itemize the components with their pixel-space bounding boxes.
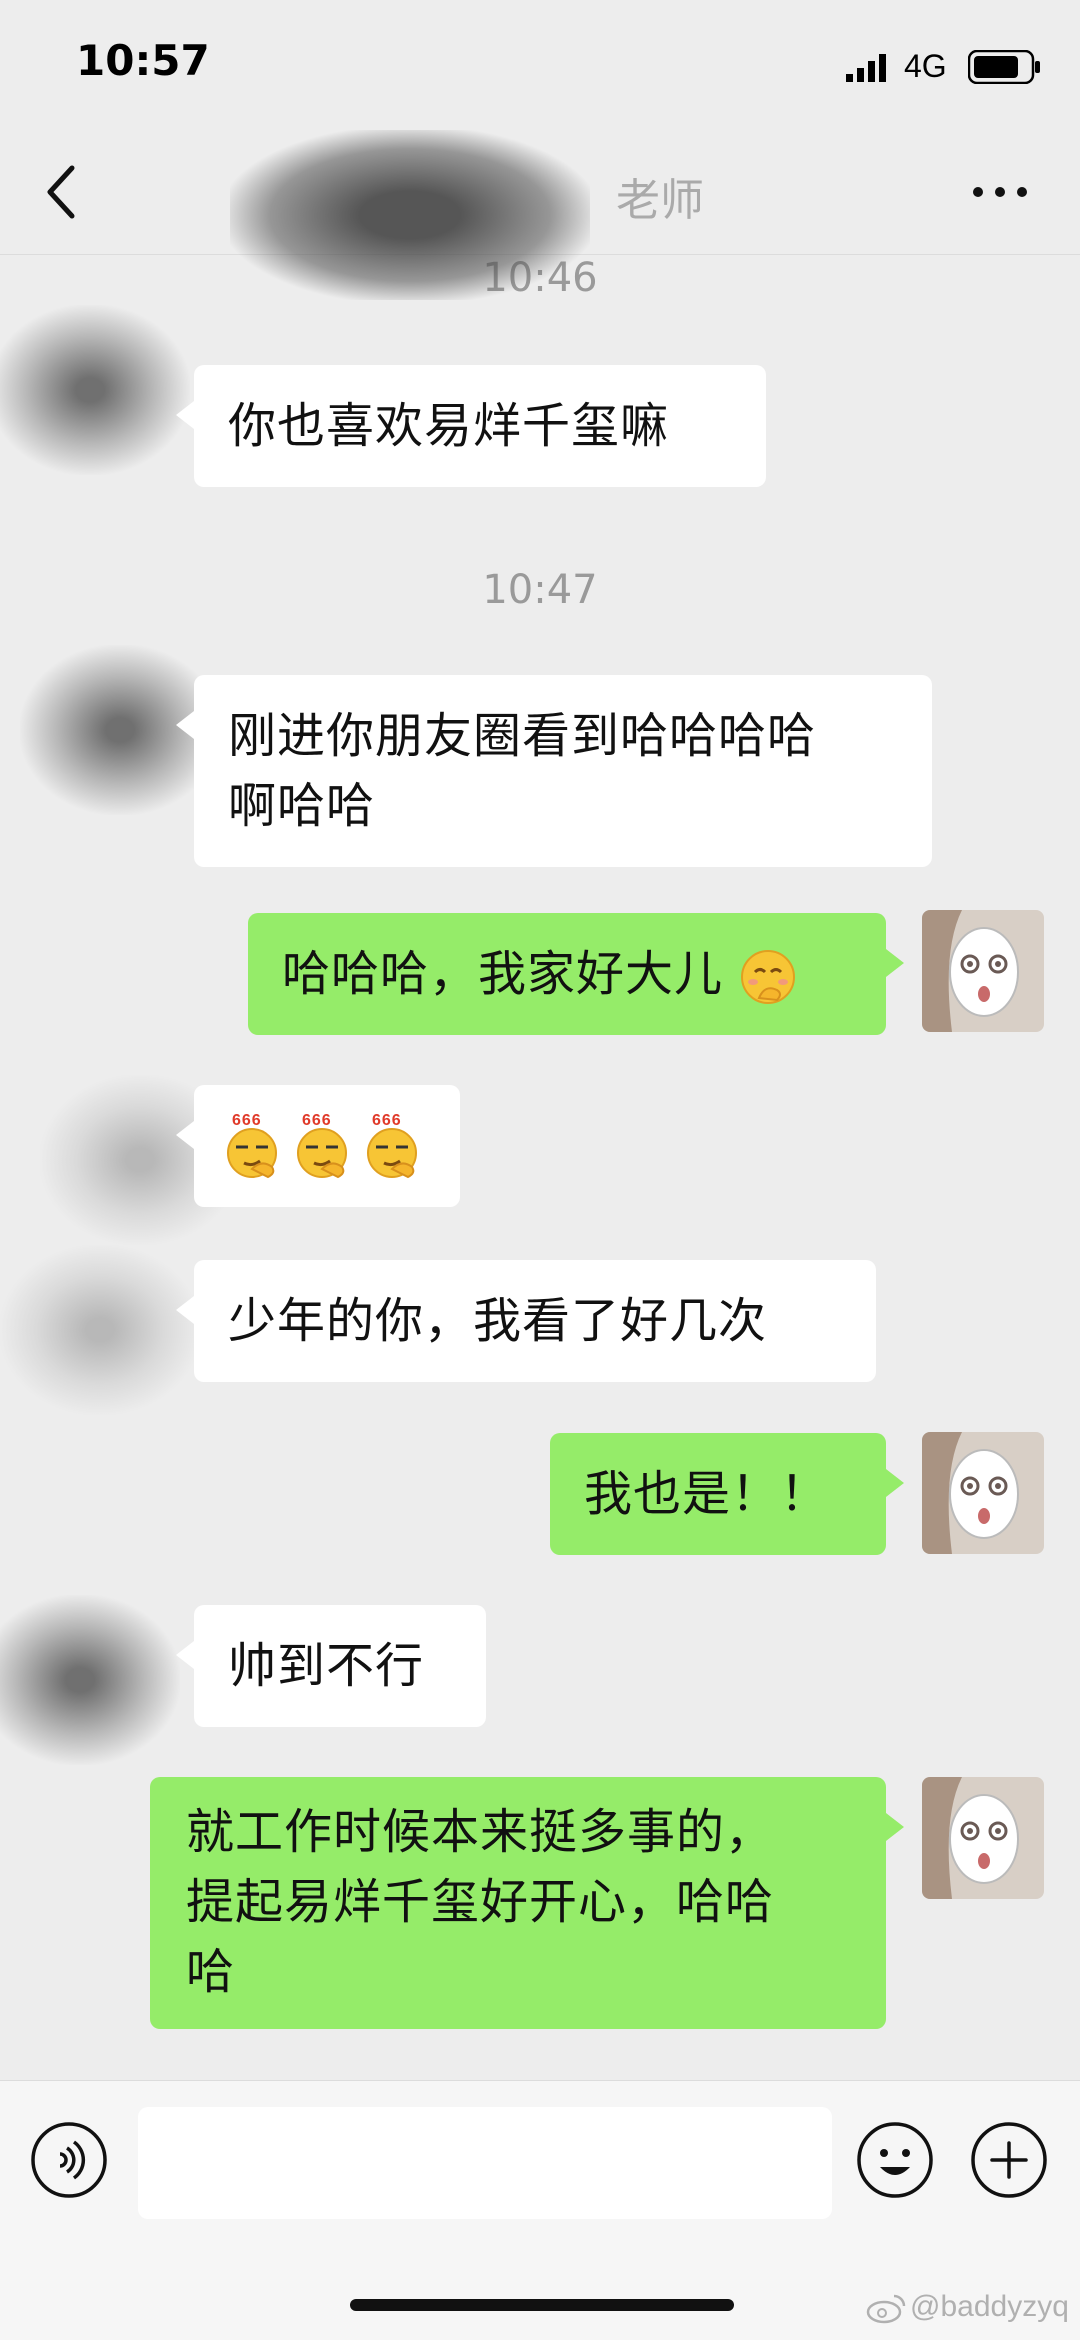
emoji-badge: 666 — [372, 1112, 402, 1129]
self-avatar[interactable] — [922, 910, 1044, 1032]
message-bubble-received[interactable]: 刚进你朋友圈看到哈哈哈哈 啊哈哈 — [176, 675, 932, 867]
emoji-badge: 666 — [302, 1112, 332, 1129]
weibo-logo-icon — [866, 2294, 906, 2324]
chat-title: 老师 — [0, 130, 1080, 300]
self-avatar[interactable] — [922, 1432, 1044, 1554]
666-emoji-row: 666 666 666 — [222, 1109, 432, 1181]
title-redaction — [230, 130, 590, 300]
contact-avatar[interactable] — [0, 1595, 180, 1765]
666-smirk-emoji: 666 — [367, 1112, 417, 1179]
message-text-line: 哈 — [186, 1944, 236, 2000]
emoji-button[interactable] — [856, 2121, 934, 2199]
message-bubble-received[interactable]: 少年的你，我看了好几次 — [176, 1260, 876, 1382]
666-smirk-emoji: 666 — [297, 1112, 347, 1179]
contact-avatar[interactable] — [0, 1245, 200, 1415]
face-mask-avatar-icon — [922, 910, 1044, 1032]
face-mask-avatar-icon — [922, 1777, 1044, 1899]
blush-hand-over-mouth-emoji — [741, 950, 796, 1004]
message-bubble-received[interactable]: 你也喜欢易烊千玺嘛 — [176, 365, 766, 487]
message-text-line: 提起易烊千玺好开心，哈哈 — [186, 1874, 775, 1930]
self-avatar[interactable] — [922, 1777, 1044, 1899]
message-timestamp: 10:47 — [482, 567, 598, 613]
message-text-line: 啊哈哈 — [228, 778, 376, 834]
message-text: 我也是！！ — [584, 1466, 830, 1522]
voice-input-button[interactable] — [30, 2121, 108, 2199]
status-bar: 10:57 4G — [0, 0, 1080, 130]
message-text: 帅到不行 — [228, 1638, 425, 1694]
message-bubble-received[interactable]: 帅到不行 — [176, 1605, 486, 1727]
more-icon[interactable] — [970, 182, 1030, 202]
message-text: 哈哈哈，我家好大儿 — [282, 946, 724, 1002]
message-bubble-sent[interactable]: 哈哈哈，我家好大儿 — [248, 913, 904, 1035]
message-list[interactable]: 10:46 你也喜欢易烊千玺嘛 10:47 刚进你朋友圈看到哈哈哈哈 啊哈哈 哈… — [0, 255, 1080, 2080]
more-functions-button[interactable] — [970, 2121, 1048, 2199]
chat-header: 老师 — [0, 130, 1080, 300]
chat-title-text: 老师 — [616, 175, 704, 226]
message-bubble-sent[interactable]: 我也是！！ — [550, 1433, 904, 1555]
contact-avatar[interactable] — [0, 305, 190, 475]
face-mask-avatar-icon — [922, 1432, 1044, 1554]
message-text: 少年的你，我看了好几次 — [228, 1293, 768, 1349]
network-label: 4G — [904, 48, 947, 84]
message-bubble-sent[interactable]: 就工作时候本来挺多事的， 提起易烊千玺好开心，哈哈 哈 — [150, 1777, 904, 2029]
message-bubble-received[interactable]: 666 666 666 — [176, 1085, 460, 1207]
watermark: @baddyzyq — [910, 2290, 1069, 2323]
666-smirk-emoji: 666 — [227, 1112, 277, 1179]
message-text-line: 就工作时候本来挺多事的， — [186, 1804, 775, 1860]
message-input[interactable] — [138, 2107, 832, 2219]
message-text: 你也喜欢易烊千玺嘛 — [228, 398, 670, 454]
emoji-badge: 666 — [232, 1112, 262, 1129]
battery-icon — [968, 50, 1040, 84]
status-time: 10:57 — [76, 36, 210, 85]
home-indicator[interactable] — [350, 2299, 734, 2311]
signal-icon — [846, 54, 886, 82]
message-text-line: 刚进你朋友圈看到哈哈哈哈 — [228, 708, 817, 764]
